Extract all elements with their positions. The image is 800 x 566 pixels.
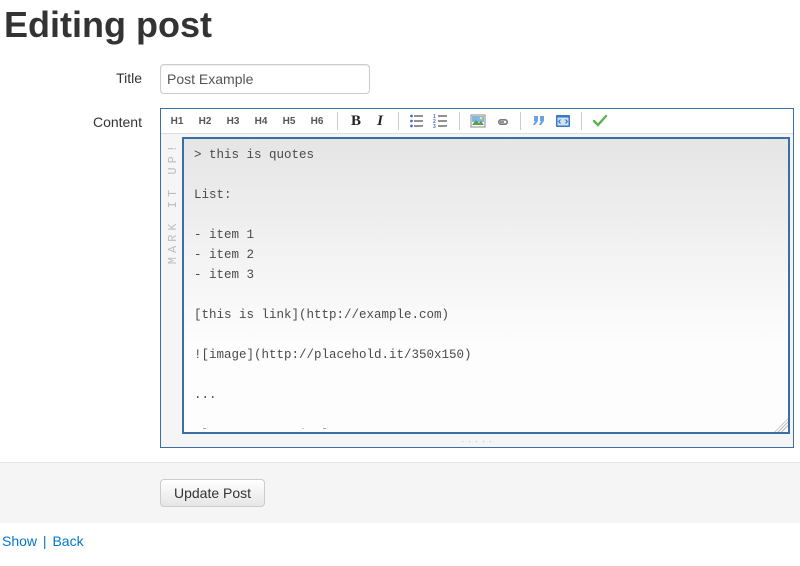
svg-text:3: 3 (433, 124, 436, 129)
content-label: Content (0, 108, 160, 448)
h3-button[interactable]: H3 (221, 111, 245, 131)
code-button[interactable] (553, 111, 573, 131)
editor-wrapper: H1 H2 H3 H4 H5 H6 B I (160, 108, 794, 448)
italic-button[interactable]: I (370, 111, 390, 131)
quote-icon (531, 113, 547, 129)
h1-button[interactable]: H1 (165, 111, 189, 131)
toolbar-separator (398, 112, 399, 130)
unordered-list-button[interactable] (407, 111, 427, 131)
h2-button[interactable]: H2 (193, 111, 217, 131)
update-post-button[interactable]: Update Post (160, 479, 265, 507)
ordered-list-button[interactable]: 1 2 3 (431, 111, 451, 131)
list-ol-icon: 1 2 3 (433, 113, 449, 129)
form-actions: Update Post (0, 462, 800, 523)
toolbar-separator (520, 112, 521, 130)
h4-button[interactable]: H4 (249, 111, 273, 131)
title-label: Title (0, 64, 160, 94)
h5-button[interactable]: H5 (277, 111, 301, 131)
quote-button[interactable] (529, 111, 549, 131)
editor-toolbar: H1 H2 H3 H4 H5 H6 B I (161, 109, 793, 134)
picture-icon (470, 113, 486, 129)
link-button[interactable] (492, 111, 512, 131)
picture-button[interactable] (468, 111, 488, 131)
content-textarea[interactable] (184, 139, 788, 429)
link-icon (494, 113, 510, 129)
toolbar-separator (459, 112, 460, 130)
back-link[interactable]: Back (52, 533, 83, 549)
bottom-links: Show | Back (0, 523, 800, 559)
show-link[interactable]: Show (2, 533, 37, 549)
h6-button[interactable]: H6 (305, 111, 329, 131)
editor-gutter: MARK IT UP! (164, 137, 182, 434)
resize-handle[interactable] (774, 418, 788, 432)
list-ul-icon (409, 113, 425, 129)
page-title: Editing post (4, 4, 800, 46)
link-separator: | (43, 533, 47, 549)
title-input[interactable] (160, 64, 370, 94)
toolbar-separator (337, 112, 338, 130)
bold-button[interactable]: B (346, 111, 366, 131)
code-icon (555, 113, 571, 129)
preview-button[interactable] (590, 111, 610, 131)
editor-resize-bar[interactable]: · · · · · (161, 437, 793, 447)
check-icon (592, 113, 608, 129)
toolbar-separator (581, 112, 582, 130)
